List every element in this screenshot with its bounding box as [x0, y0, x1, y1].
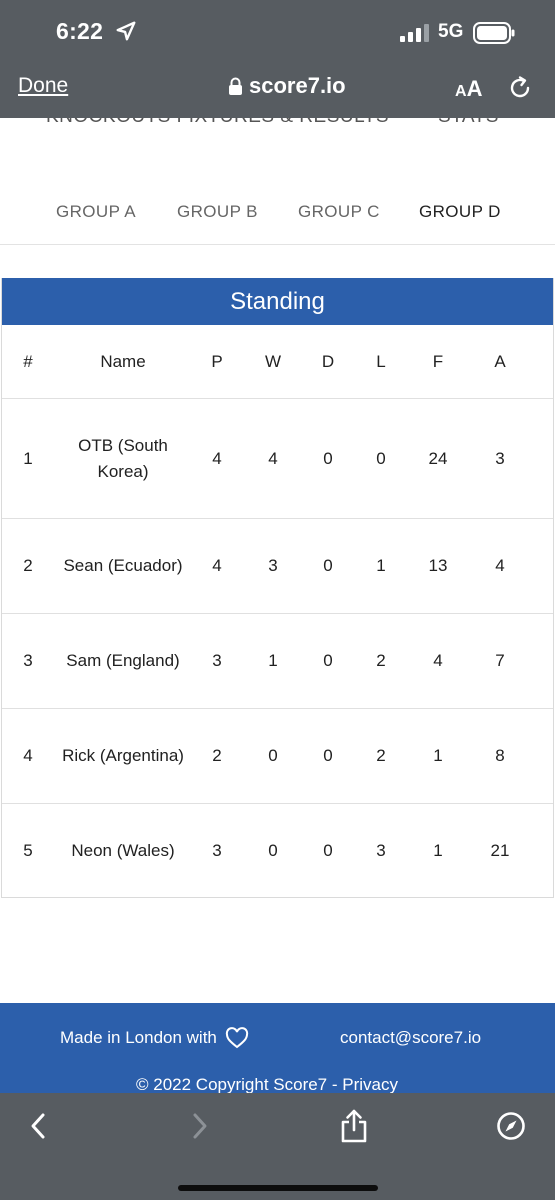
- reload-icon[interactable]: [507, 75, 533, 101]
- tab-group-d[interactable]: GROUP D: [419, 202, 501, 222]
- cell-for: 4: [433, 651, 443, 670]
- cell-lost: 2: [376, 746, 386, 765]
- cell-rank: 5: [23, 841, 33, 860]
- cell-drawn: 0: [323, 841, 333, 860]
- table-row: 4 Rick (Argentina) 2 0 0 2 1 8: [2, 709, 553, 804]
- cell-won: 4: [268, 448, 278, 468]
- back-icon[interactable]: [24, 1111, 54, 1141]
- cell-rank: 3: [23, 651, 33, 670]
- contact-link[interactable]: contact@score7.io: [340, 1028, 481, 1048]
- browser-bottom-toolbar: [0, 1093, 555, 1200]
- signal-icon: [400, 24, 429, 42]
- cell-lost: 0: [376, 448, 386, 468]
- location-arrow-icon: [116, 21, 136, 41]
- lock-icon: [229, 77, 242, 95]
- site-address[interactable]: score7.io: [228, 73, 346, 99]
- cell-name: OTB (South Korea): [78, 435, 168, 481]
- col-against: A: [494, 351, 506, 371]
- cell-against: 21: [490, 841, 510, 860]
- group-tabs: GROUP A GROUP B GROUP C GROUP D: [0, 152, 555, 245]
- nav-knockouts[interactable]: KNOCKOUTS FIXTURES & RESULTS: [46, 118, 389, 128]
- aa-small: A: [455, 83, 467, 100]
- table-row: 5 Neon (Wales) 3 0 0 3 1 21: [2, 804, 553, 897]
- cell-drawn: 0: [323, 448, 333, 468]
- standing-table: Standing # Name P W D L F A 1 OTB (South…: [1, 278, 554, 898]
- cell-name: Rick (Argentina): [62, 746, 184, 765]
- cell-against: 8: [495, 746, 505, 765]
- cell-against: 4: [495, 556, 505, 575]
- table-header-row: # Name P W D L F A: [2, 325, 553, 399]
- cell-against: 7: [495, 651, 505, 670]
- cell-won: 3: [268, 556, 278, 575]
- text-size-button[interactable]: AA: [455, 76, 482, 102]
- cell-played: 2: [212, 746, 222, 765]
- table-row: 1 OTB (South Korea) 4 4 0 0 24 3: [2, 399, 553, 519]
- col-name: Name: [100, 351, 146, 371]
- cell-drawn: 0: [323, 556, 333, 575]
- cell-for: 13: [428, 556, 448, 575]
- cell-played: 4: [212, 556, 222, 575]
- tab-group-b[interactable]: GROUP B: [177, 202, 258, 222]
- compass-icon[interactable]: [496, 1111, 526, 1141]
- cell-name: Sean (Ecuador): [63, 556, 183, 575]
- tab-group-c[interactable]: GROUP C: [298, 202, 380, 222]
- aa-big: A: [466, 76, 483, 101]
- top-nav: KNOCKOUTS FIXTURES & RESULTS STATS: [0, 118, 555, 153]
- site-domain: score7.io: [249, 73, 346, 98]
- battery-icon: [473, 22, 515, 44]
- heart-icon: [225, 1027, 249, 1049]
- network-type: 5G: [438, 21, 464, 42]
- copyright-text: © 2022 Copyright Score7 - Privacy: [136, 1075, 398, 1093]
- cell-won: 0: [268, 841, 278, 860]
- site-footer: Made in London with contact@score7.io © …: [0, 1003, 555, 1093]
- done-button[interactable]: Done: [18, 74, 68, 98]
- status-bar: 6:22 5G: [0, 0, 555, 64]
- cell-rank: 2: [23, 556, 33, 575]
- cell-for: 1: [433, 746, 443, 765]
- cell-won: 0: [268, 746, 278, 765]
- table-row: 3 Sam (England) 3 1 0 2 4 7: [2, 614, 553, 709]
- forward-icon[interactable]: [184, 1111, 214, 1141]
- col-rank: #: [23, 351, 33, 371]
- table-row: 2 Sean (Ecuador) 4 3 0 1 13 4: [2, 519, 553, 614]
- url-bar: Done score7.io AA: [0, 64, 555, 118]
- browser-top-chrome: 6:22 5G Done score7.io AA: [0, 0, 555, 118]
- cell-name: Neon (Wales): [71, 841, 175, 860]
- cell-lost: 1: [376, 556, 386, 575]
- cell-played: 3: [212, 651, 222, 670]
- cell-rank: 4: [23, 746, 33, 765]
- cell-for: 1: [433, 841, 443, 860]
- cell-drawn: 0: [323, 651, 333, 670]
- cell-played: 3: [212, 841, 222, 860]
- tab-group-a[interactable]: GROUP A: [56, 202, 136, 222]
- cell-lost: 2: [376, 651, 386, 670]
- cell-rank: 1: [23, 448, 33, 468]
- share-icon[interactable]: [339, 1109, 369, 1143]
- col-played: P: [211, 351, 223, 371]
- cell-lost: 3: [376, 841, 386, 860]
- col-lost: L: [376, 351, 386, 371]
- cell-won: 1: [268, 651, 278, 670]
- col-drawn: D: [321, 351, 335, 371]
- col-won: W: [264, 351, 282, 371]
- made-in-london: Made in London with: [60, 1027, 249, 1049]
- cell-drawn: 0: [323, 746, 333, 765]
- standing-title: Standing: [2, 278, 553, 325]
- nav-stats[interactable]: STATS: [438, 118, 499, 128]
- home-indicator: [178, 1185, 378, 1191]
- cell-played: 4: [212, 448, 222, 468]
- cell-against: 3: [495, 448, 505, 468]
- cell-name: Sam (England): [66, 651, 180, 670]
- cell-for: 24: [428, 448, 448, 468]
- made-text: Made in London with: [60, 1028, 217, 1047]
- col-for: F: [432, 351, 444, 371]
- status-time: 6:22: [56, 18, 104, 44]
